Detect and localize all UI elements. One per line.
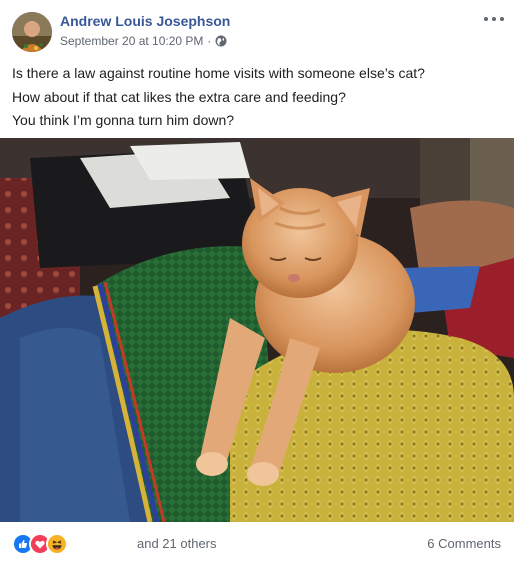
reaction-count[interactable]: and 21 others [137, 536, 217, 551]
reaction-icons[interactable] [12, 533, 68, 555]
post-meta: September 20 at 10:20 PM · [60, 34, 227, 48]
post-text-line: Is there a law against routine home visi… [12, 65, 425, 81]
more-options-icon[interactable] [484, 12, 504, 26]
haha-reaction-icon [46, 533, 68, 555]
post-text-line: How about if that cat likes the extra ca… [12, 88, 346, 105]
post-footer: and 21 others 6 Comments [0, 522, 514, 561]
avatar-image [12, 12, 52, 52]
post-text-line: You think I’m gonna turn him down? [12, 112, 235, 128]
cat-photo[interactable] [0, 138, 514, 522]
avatar[interactable] [12, 12, 52, 52]
author-name[interactable]: Andrew Louis Josephson [60, 13, 230, 29]
post-header: Andrew Louis Josephson September 20 at 1… [0, 0, 514, 58]
meta-separator: · [207, 34, 212, 48]
globe-icon[interactable] [215, 35, 227, 47]
cat-photo-image [0, 138, 514, 522]
post-date[interactable]: September 20 at 10:20 PM [60, 34, 203, 48]
post-text: Is there a law against routine home visi… [12, 62, 502, 133]
comments-link[interactable]: 6 Comments [427, 536, 501, 551]
